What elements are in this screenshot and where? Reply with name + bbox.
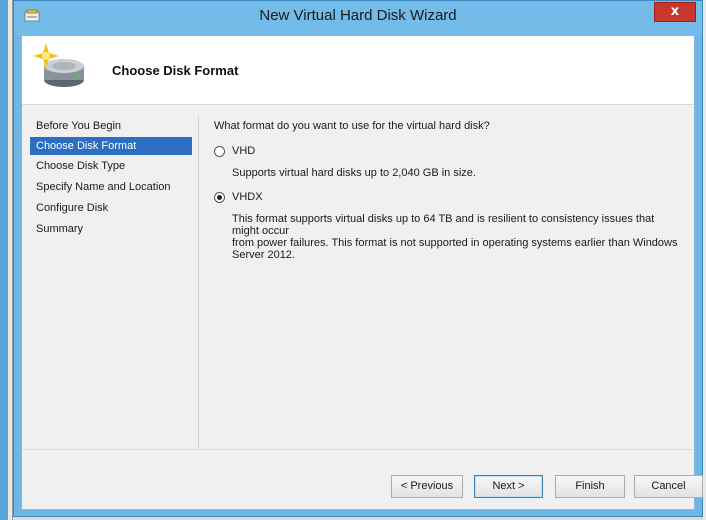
vhdx-radio-button[interactable] (214, 192, 225, 203)
wizard-header: Choose Disk Format (22, 36, 694, 105)
radio-selected-dot (217, 195, 222, 200)
wizard-body: Choose Disk Format Before You Begin Choo… (21, 35, 703, 510)
vhdx-description-line: from power failures. This format is not … (232, 237, 678, 249)
background-window-border (0, 0, 8, 520)
title-bar[interactable]: New Virtual Hard Disk Wizard x (14, 1, 702, 35)
page-title: Choose Disk Format (112, 63, 239, 78)
wizard-dialog: New Virtual Hard Disk Wizard x Choose Di… (13, 0, 703, 517)
nav-step-choose-disk-type[interactable]: Choose Disk Type (30, 157, 192, 175)
nav-divider (198, 116, 199, 450)
vhd-label[interactable]: VHD (232, 145, 255, 157)
vhd-description: Supports virtual hard disks up to 2,040 … (232, 167, 476, 179)
vhdx-description-line: This format supports virtual disks up to… (232, 213, 655, 237)
vhdx-description-line: Server 2012. (232, 249, 295, 261)
window-title: New Virtual Hard Disk Wizard (259, 7, 457, 24)
footer-divider (22, 449, 694, 450)
virtual-disk-sparkle-icon (33, 43, 84, 87)
nav-step-before-you-begin[interactable]: Before You Begin (30, 117, 192, 135)
previous-button[interactable]: < Previous (391, 475, 463, 498)
nav-step-summary[interactable]: Summary (30, 220, 192, 238)
finish-button[interactable]: Finish (555, 475, 625, 498)
vhdx-label[interactable]: VHDX (232, 191, 263, 203)
nav-step-choose-disk-format[interactable]: Choose Disk Format (30, 137, 192, 155)
nav-step-specify-name-location[interactable]: Specify Name and Location (30, 178, 192, 196)
nav-step-configure-disk[interactable]: Configure Disk (30, 199, 192, 217)
cancel-button[interactable]: Cancel (634, 475, 703, 498)
vhdx-description: This format supports virtual disks up to… (232, 213, 682, 261)
close-button[interactable]: x (654, 2, 696, 22)
format-question: What format do you want to use for the v… (214, 120, 490, 132)
next-button[interactable]: Next > (474, 475, 543, 498)
wizard-steps-nav: Before You Begin Choose Disk Format Choo… (22, 105, 192, 435)
vhd-radio-button[interactable] (214, 146, 225, 157)
